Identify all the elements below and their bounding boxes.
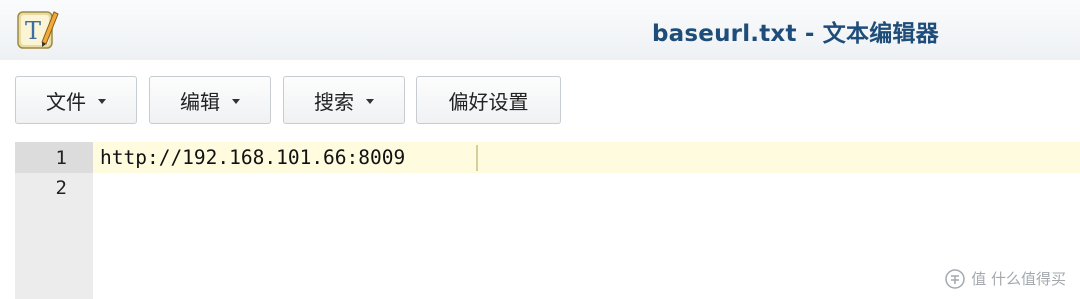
line-number-gutter: 1 2 xyxy=(15,142,93,299)
search-menu-button[interactable]: 搜索 xyxy=(283,76,405,124)
svg-text:T: T xyxy=(25,17,41,45)
toolbar: 文件 编辑 搜索 偏好设置 xyxy=(0,60,1080,140)
watermark: 值 什么值得买 xyxy=(945,268,1066,289)
file-menu-label: 文件 xyxy=(46,89,86,114)
smzdm-logo-icon xyxy=(945,268,965,289)
preferences-button[interactable]: 偏好设置 xyxy=(416,76,561,124)
text-editor-icon[interactable]: T xyxy=(14,6,60,52)
line-number: 2 xyxy=(55,177,67,199)
window-titlebar: T baseurl.txt - 文本编辑器 xyxy=(0,0,1080,60)
chevron-down-icon xyxy=(366,98,374,104)
line-number: 1 xyxy=(55,147,67,169)
watermark-text: 值 什么值得买 xyxy=(971,270,1066,288)
preferences-label: 偏好设置 xyxy=(448,89,529,114)
chevron-down-icon xyxy=(98,98,106,104)
edit-menu-label: 编辑 xyxy=(180,89,220,114)
edit-menu-button[interactable]: 编辑 xyxy=(149,76,271,124)
search-menu-label: 搜索 xyxy=(314,89,354,114)
chevron-down-icon xyxy=(232,98,240,104)
gutter-active-line xyxy=(15,142,93,173)
file-menu-button[interactable]: 文件 xyxy=(15,76,137,124)
text-cursor xyxy=(476,145,478,171)
text-editor-area[interactable]: 1 2 http://192.168.101.66:8009 xyxy=(15,142,1080,299)
window-title: baseurl.txt - 文本编辑器 xyxy=(652,21,939,47)
code-line[interactable]: http://192.168.101.66:8009 xyxy=(100,146,405,169)
